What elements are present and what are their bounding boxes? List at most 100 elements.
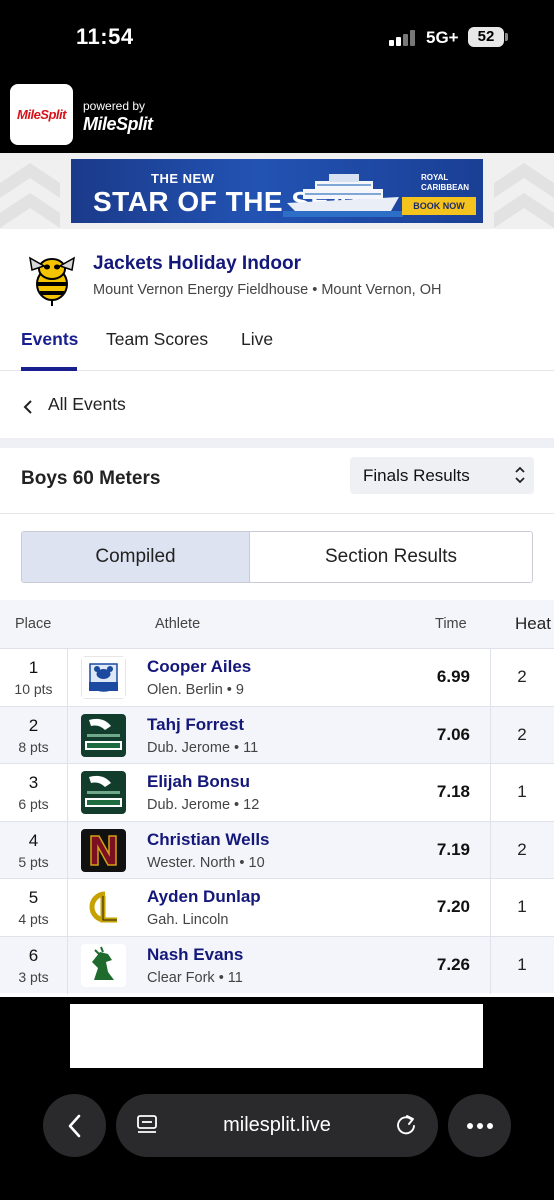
time-value: 7.19 <box>436 839 470 859</box>
heat-value: 1 <box>517 897 527 916</box>
meet-venue: Mount Vernon Energy Fieldhouse • Mount V… <box>93 282 442 298</box>
header-time: Time <box>435 616 467 632</box>
header-heat: Heat <box>515 614 551 633</box>
powered-by-brand: MileSplit <box>83 114 153 134</box>
place-value: 6 <box>28 945 39 965</box>
section-results-button[interactable]: Section Results <box>250 532 532 582</box>
cruise-ship-image <box>283 174 403 217</box>
table-row[interactable]: 3 6 pts Elijah Bonsu Dub. Jerome • 12 7.18 1 <box>0 763 554 821</box>
athlete-name-link[interactable]: Nash Evans <box>147 945 243 965</box>
column-divider <box>67 649 68 706</box>
table-row[interactable]: 6 3 pts Nash Evans Clear Fork • 11 7.26 1 <box>0 935 554 994</box>
athlete-team-grade: Olen. Berlin • 9 <box>147 682 244 698</box>
active-tab-indicator <box>21 367 77 371</box>
athlete-name-link[interactable]: Ayden Dunlap <box>147 887 261 907</box>
milesplit-logo[interactable]: MileSplit <box>10 84 73 145</box>
url-text: milesplit.live <box>223 1114 331 1136</box>
browser-toolbar: milesplit.live <box>0 1080 554 1200</box>
back-button[interactable] <box>43 1094 106 1157</box>
heat-value: 1 <box>517 954 527 974</box>
meet-tabs: Events Team Scores Live <box>0 329 554 371</box>
heat-value: 2 <box>517 839 527 859</box>
athlete-team-grade: Wester. North • 10 <box>147 854 265 871</box>
results-view-toggle: Compiled Section Results <box>21 531 533 583</box>
heat-value: 2 <box>517 724 527 744</box>
status-bar: 11:54 5G+ 52 <box>0 0 554 75</box>
all-events-link[interactable]: All Events <box>0 372 554 438</box>
table-row[interactable]: 2 8 pts Tahj Forrest Dub. Jerome • 11 7.06 2 <box>0 705 554 764</box>
main-content: Jackets Holiday Indoor Mount Vernon Ener… <box>0 229 554 997</box>
place-value: 4 <box>28 830 39 850</box>
event-header: Boys 60 Meters Finals Results <box>0 448 554 514</box>
team-logo <box>81 713 126 757</box>
heat-value: 2 <box>517 667 527 686</box>
table-row[interactable]: 1 10 pts Cooper Ailes Olen. Berlin • 9 6.99 2 <box>0 648 554 706</box>
network-label: 5G+ <box>426 28 459 47</box>
points-value: 3 pts <box>18 968 49 985</box>
bottom-ad[interactable] <box>70 1004 483 1068</box>
table-row[interactable]: 5 4 pts Ayden Dunlap Gah. Lincoln 7.20 1 <box>0 878 554 936</box>
powered-by-label: powered by <box>83 99 146 113</box>
results-type-select[interactable]: Finals Results <box>350 457 534 494</box>
points-value: 4 pts <box>18 911 49 927</box>
athlete-team-grade: Dub. Jerome • 11 <box>147 739 259 756</box>
ad-brand: ROYAL CARIBBEAN <box>421 173 469 193</box>
column-divider <box>67 764 68 821</box>
place-value: 1 <box>28 658 39 677</box>
signal-icon <box>389 30 419 46</box>
tab-events[interactable]: Events <box>21 329 78 371</box>
ad-area: THE NEW STAR OF THE SEAS ROYAL CARIBBEAN… <box>0 153 554 229</box>
table-header: Place Athlete Time Heat <box>0 600 554 648</box>
place-value: 2 <box>28 715 39 735</box>
column-divider <box>67 936 68 994</box>
team-logo <box>81 828 126 872</box>
table-row[interactable]: 4 5 pts Christian Wells Wester. North • 10 7… <box>0 820 554 879</box>
tab-team-scores[interactable]: Team Scores <box>106 329 208 371</box>
tab-live[interactable]: Live <box>241 329 273 371</box>
meet-title[interactable]: Jackets Holiday Indoor <box>93 253 301 275</box>
chevron-left-icon <box>68 1114 80 1137</box>
header-athlete: Athlete <box>155 616 201 632</box>
yellow-jacket-logo <box>29 256 75 306</box>
team-logo <box>81 943 126 987</box>
results-select-value: Finals Results <box>363 466 470 485</box>
milesplit-header: MileSplit powered by MileSplit <box>0 75 554 153</box>
time-value: 6.99 <box>436 667 470 686</box>
reload-icon[interactable] <box>395 1114 417 1136</box>
compiled-button[interactable]: Compiled <box>22 532 250 582</box>
athlete-name-link[interactable]: Christian Wells <box>147 830 270 850</box>
column-divider <box>67 706 68 764</box>
more-button[interactable] <box>448 1094 511 1157</box>
battery-tip <box>505 33 508 41</box>
ad-brand-line1: ROYAL <box>421 173 449 182</box>
chevron-left-icon <box>23 400 32 414</box>
time-value: 7.20 <box>436 897 470 916</box>
select-arrows-icon <box>515 466 525 484</box>
athlete-name-link[interactable]: Cooper Ailes <box>147 657 251 677</box>
ad-brand-line2: CARIBBEAN <box>421 183 469 192</box>
points-value: 8 pts <box>18 738 49 755</box>
team-logo <box>81 886 126 929</box>
section-separator <box>0 438 554 448</box>
athlete-name-link[interactable]: Elijah Bonsu <box>147 772 250 792</box>
address-bar[interactable]: milesplit.live <box>116 1094 438 1157</box>
header-place: Place <box>15 616 52 632</box>
athlete-name-link[interactable]: Tahj Forrest <box>147 715 244 735</box>
athlete-team-grade: Gah. Lincoln <box>147 912 229 928</box>
time-value: 7.06 <box>436 724 470 744</box>
all-events-label: All Events <box>48 394 126 414</box>
ad-banner[interactable]: THE NEW STAR OF THE SEAS ROYAL CARIBBEAN… <box>71 159 483 223</box>
status-time: 11:54 <box>76 24 134 49</box>
place-value: 3 <box>28 773 39 792</box>
athlete-team-grade: Clear Fork • 11 <box>147 969 243 986</box>
team-logo <box>81 771 126 814</box>
athlete-team-grade: Dub. Jerome • 12 <box>147 797 260 813</box>
time-value: 7.18 <box>436 782 470 801</box>
points-value: 6 pts <box>18 796 49 812</box>
column-divider <box>67 821 68 879</box>
milesplit-logo-text: MileSplit <box>17 107 66 122</box>
ad-book-now-button[interactable]: BOOK NOW <box>402 197 476 215</box>
heat-value: 1 <box>517 782 527 801</box>
column-divider <box>67 879 68 936</box>
more-icon <box>466 1122 493 1129</box>
